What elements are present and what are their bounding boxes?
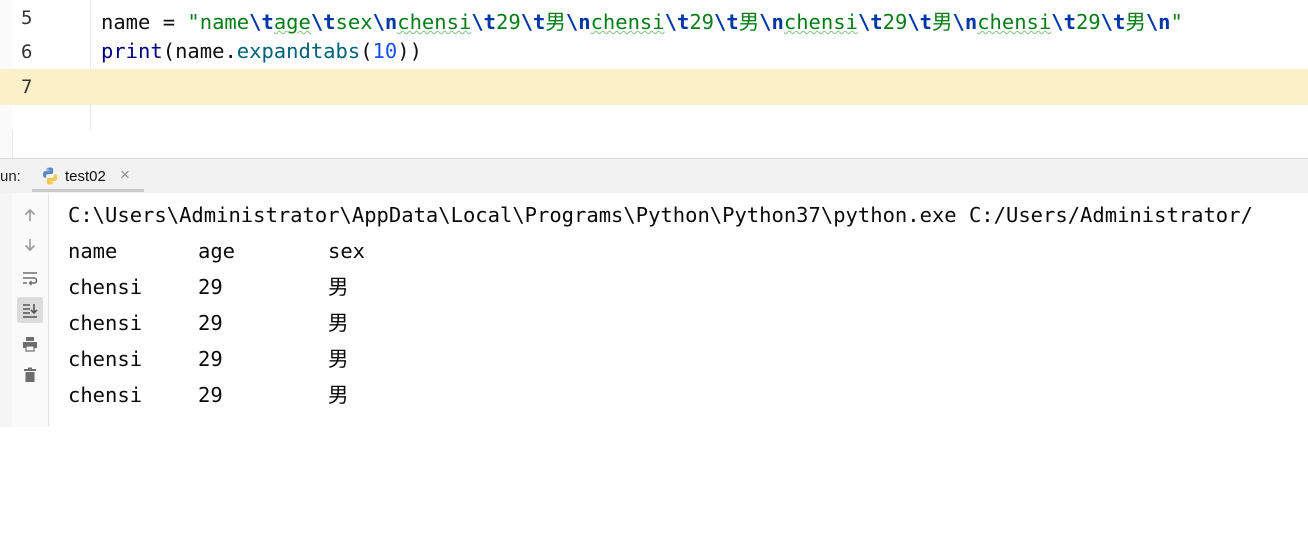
close-icon[interactable]: × (120, 166, 130, 183)
scroll-to-end-button[interactable] (17, 297, 43, 323)
code-token: \t (249, 10, 274, 34)
code-token: \t (471, 10, 496, 34)
code-token: \t (1100, 10, 1126, 34)
code-content[interactable]: print(name.expandtabs(10)) (101, 39, 422, 63)
code-token: \t (714, 10, 739, 34)
code-content[interactable]: name = "name\tage\tsex\nchensi\t29\t男\nc… (101, 5, 1183, 35)
code-token: \n (565, 10, 591, 34)
code-token: sex (335, 10, 373, 34)
code-token: \n (1145, 10, 1171, 34)
code-token: 29 (882, 10, 908, 34)
tab-label: test02 (65, 168, 106, 185)
console-output-line: chensi 29 男 (68, 341, 349, 377)
code-token: = (150, 10, 188, 34)
code-token: 29 (496, 10, 521, 34)
output-cell: 男 (328, 311, 349, 335)
output-cell: 29 (198, 383, 223, 407)
output-cell: age (198, 239, 236, 263)
run-tool-window-header: un: test02 × (0, 158, 1308, 194)
line-number: 7 (21, 76, 33, 98)
code-token: "name (187, 10, 250, 34)
code-token: \t (520, 10, 546, 34)
console-output-line: chensi 29 男 (68, 269, 349, 305)
code-editor[interactable]: 5 name = "name\tage\tsex\nchensi\t29\t男\… (0, 0, 1308, 158)
run-tab-test02[interactable]: test02 × (32, 159, 144, 192)
console-output[interactable]: C:\Users\Administrator\AppData\Local\Pro… (68, 193, 1308, 427)
code-token: 10 (372, 39, 398, 63)
console-command-line: C:\Users\Administrator\AppData\Local\Pro… (68, 203, 1253, 227)
code-token: print (101, 39, 163, 63)
code-token: \t (310, 10, 336, 34)
scroll-up-icon (24, 208, 36, 221)
python-icon (43, 167, 57, 185)
code-line-7[interactable]: 7 (0, 69, 1308, 105)
line-number: 6 (21, 41, 33, 63)
soft-wrap-button[interactable] (17, 265, 43, 291)
scroll-down-button[interactable] (17, 232, 43, 258)
code-token: " (1170, 10, 1183, 34)
code-token: ( (162, 39, 176, 63)
run-tool-window: C:\Users\Administrator\AppData\Local\Pro… (0, 193, 1308, 427)
code-token: \n (759, 10, 784, 34)
code-token: \n (372, 10, 398, 34)
console-output-line: chensi 29 男 (68, 377, 349, 413)
output-cell: chensi (68, 383, 143, 407)
code-token: \t (857, 10, 883, 34)
print-button[interactable] (17, 331, 43, 357)
console-output-line: chensi 29 男 (68, 305, 349, 341)
output-cell: 29 (198, 311, 223, 335)
output-cell: chensi (68, 275, 143, 299)
code-token: 男 (1125, 10, 1146, 34)
code-line-5[interactable]: 5 name = "name\tage\tsex\nchensi\t29\t男\… (0, 0, 1308, 36)
scroll-up-button[interactable] (17, 202, 43, 228)
code-line-6[interactable]: 6 print(name.expandtabs(10)) (0, 34, 1308, 70)
output-cell: chensi (68, 311, 143, 335)
scroll-down-icon (24, 239, 36, 252)
code-token: 男 (932, 10, 953, 34)
console-output-line: name age sex (68, 233, 365, 269)
trash-icon (24, 367, 36, 382)
code-token: 男 (545, 10, 566, 34)
output-cell: chensi (68, 347, 143, 371)
code-token: \t (664, 10, 690, 34)
soft-wrap-icon (23, 272, 38, 286)
code-token: \n (952, 10, 978, 34)
output-cell: 29 (198, 275, 223, 299)
output-cell: 男 (328, 347, 349, 371)
code-token: \t (1051, 10, 1076, 34)
code-token: 29 (1075, 10, 1101, 34)
code-token: chensi (977, 10, 1052, 34)
code-token: expandtabs (236, 39, 361, 63)
code-token: \t (907, 10, 932, 34)
code-token: chensi (590, 10, 665, 34)
code-token: ( (360, 39, 373, 63)
line-number: 5 (21, 7, 33, 29)
code-token: 男 (738, 10, 760, 34)
code-token: chensi (397, 10, 472, 34)
code-token: )) (397, 39, 422, 63)
output-cell: 男 (328, 383, 349, 407)
code-token: age (273, 10, 311, 34)
run-label: un: (0, 168, 21, 185)
code-token: name (175, 39, 225, 63)
code-token: . (224, 39, 237, 63)
code-token: 29 (689, 10, 714, 34)
code-token: name (101, 10, 151, 34)
print-icon (23, 337, 37, 352)
output-cell: name (68, 239, 118, 263)
run-toolbar (12, 193, 49, 427)
output-cell: 29 (198, 347, 223, 371)
output-cell: sex (328, 239, 366, 263)
scroll-to-end-icon (23, 304, 38, 318)
output-cell: 男 (328, 275, 349, 299)
code-token: chensi (783, 10, 858, 34)
clear-all-button[interactable] (17, 362, 43, 388)
